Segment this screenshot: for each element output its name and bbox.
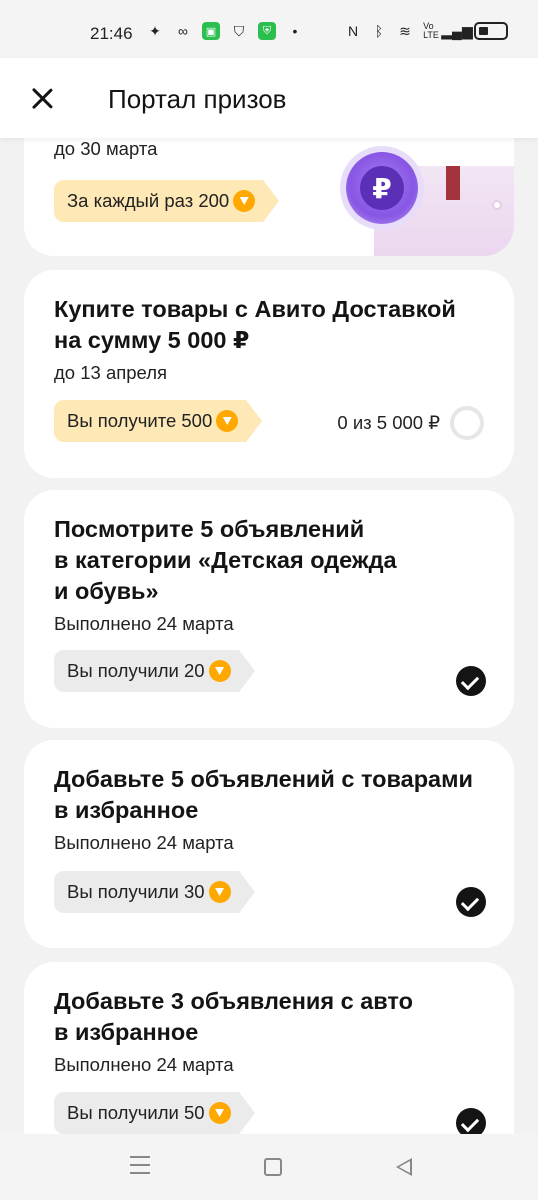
volte-icon: Vo LTE <box>423 21 439 40</box>
coin-icon <box>216 410 239 432</box>
reward-badge: Вы получили 50 <box>54 1092 255 1134</box>
completed-check-icon <box>456 887 486 917</box>
coin-icon <box>208 1102 231 1124</box>
bluetooth-icon: ᛒ <box>374 23 384 39</box>
task-deadline: до 30 марта <box>54 138 158 159</box>
task-card[interactable]: до 30 марта За каждый раз 200 ₽ <box>24 138 514 256</box>
task-card[interactable]: Добавьте 5 объявлений с товарами в избра… <box>24 740 514 948</box>
back-icon[interactable] <box>396 1158 412 1176</box>
nfc-icon: Ν <box>347 23 359 39</box>
status-bar: 21:46 ✦ ∞ ▣ ⛉ ⛨ • Ν ᛒ ≋ Vo LTE ▂▄▆ <box>0 0 538 58</box>
task-deadline: Выполнено 24 марта <box>54 832 234 853</box>
task-card[interactable]: Посмотрите 5 объявлений в категории «Дет… <box>24 490 514 728</box>
page-title: Портал призов <box>108 84 287 114</box>
task-title: Добавьте 5 объявлений с товарами в избра… <box>54 766 473 823</box>
more-dot-icon: • <box>292 23 298 39</box>
progress-ring-icon <box>450 406 484 440</box>
recent-apps-icon[interactable] <box>130 1156 150 1174</box>
prize-illustration: ₽ <box>346 138 514 256</box>
shield-icon: ⛉ <box>233 22 245 39</box>
reward-label: Вы получите 500 <box>67 410 213 431</box>
task-list[interactable]: до 30 марта За каждый раз 200 ₽ Купите т… <box>0 138 538 1134</box>
task-card[interactable]: Купите товары с Авито Доставкой на сумму… <box>24 270 514 478</box>
completed-check-icon <box>456 1108 486 1134</box>
reward-badge: Вы получите 500 <box>54 400 263 442</box>
task-deadline: Выполнено 24 марта <box>54 613 234 634</box>
sparkle-icon: ✦ <box>149 22 161 39</box>
home-icon[interactable] <box>264 1158 282 1176</box>
reward-label: Вы получили 20 <box>67 660 205 681</box>
reward-label: Вы получили 50 <box>67 1102 205 1123</box>
app-notification-icon: ▣ <box>202 22 220 40</box>
reward-badge: Вы получили 20 <box>54 650 255 692</box>
task-deadline: до 13 апреля <box>54 362 168 383</box>
task-title: Добавьте 3 объявления с авто в избранное <box>54 988 413 1045</box>
loop-icon: ∞ <box>178 23 188 39</box>
task-card[interactable]: Добавьте 3 объявления с авто в избранное… <box>24 962 514 1134</box>
signal-icon: ▂▄▆ <box>441 22 473 39</box>
reward-badge: За каждый раз 200 <box>54 180 280 222</box>
coin-icon <box>233 190 256 212</box>
status-system-icons: Ν ᛒ ≋ Vo LTE ▂▄▆ <box>344 22 508 40</box>
battery-icon <box>474 22 508 40</box>
coin-icon <box>208 660 231 682</box>
reward-label: Вы получили 30 <box>67 881 205 902</box>
status-notification-icons: ✦ ∞ ▣ ⛉ ⛨ • <box>146 22 304 40</box>
task-progress: 0 из 5 000 ₽ <box>337 412 440 433</box>
task-title: Купите товары с Авито Доставкой на сумму… <box>54 296 456 353</box>
system-nav-bar <box>0 1134 538 1200</box>
status-time: 21:46 <box>90 24 133 43</box>
task-title: Посмотрите 5 объявлений в категории «Дет… <box>54 516 397 604</box>
wifi-icon: ≋ <box>399 22 411 39</box>
reward-label: За каждый раз 200 <box>67 190 230 211</box>
coin-icon <box>208 881 231 903</box>
completed-check-icon <box>456 666 486 696</box>
task-deadline: Выполнено 24 марта <box>54 1054 234 1075</box>
reward-badge: Вы получили 30 <box>54 871 255 913</box>
close-icon[interactable] <box>28 84 56 112</box>
app-header: Портал призов <box>0 58 538 138</box>
ruble-coin-icon: ₽ <box>346 152 418 224</box>
vpn-shield-icon: ⛨ <box>258 22 276 40</box>
